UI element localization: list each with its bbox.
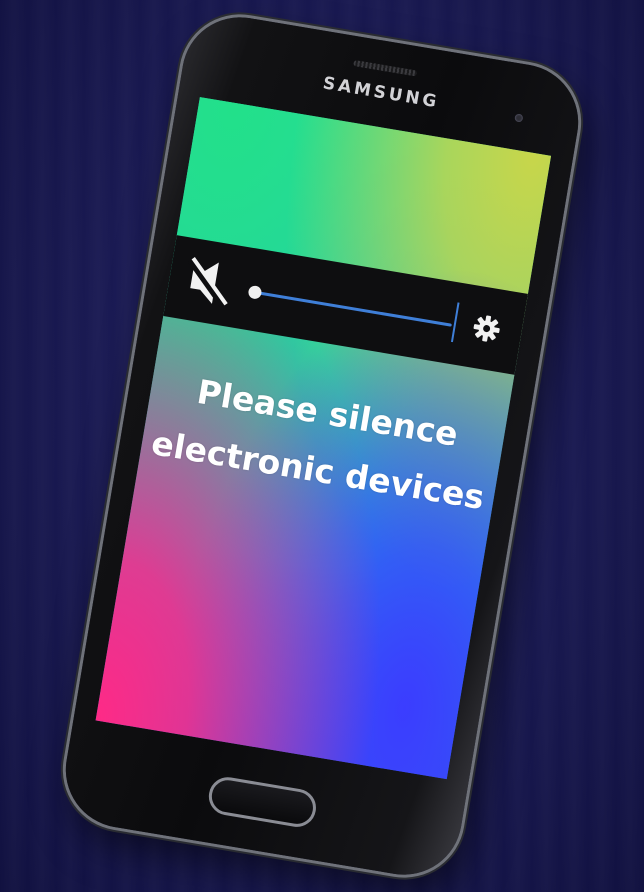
speaker-muted-icon[interactable] — [177, 251, 239, 313]
phone: SAMSUNG Please silence electronic device… — [57, 8, 587, 884]
panel-divider — [450, 302, 460, 343]
silence-message: Please silence electronic devices — [138, 355, 508, 528]
scene: SAMSUNG Please silence electronic device… — [0, 0, 644, 892]
volume-slider-track[interactable] — [254, 290, 452, 327]
gear-icon[interactable] — [469, 311, 504, 346]
volume-slider-thumb[interactable] — [247, 284, 263, 300]
volume-panel — [157, 234, 534, 376]
